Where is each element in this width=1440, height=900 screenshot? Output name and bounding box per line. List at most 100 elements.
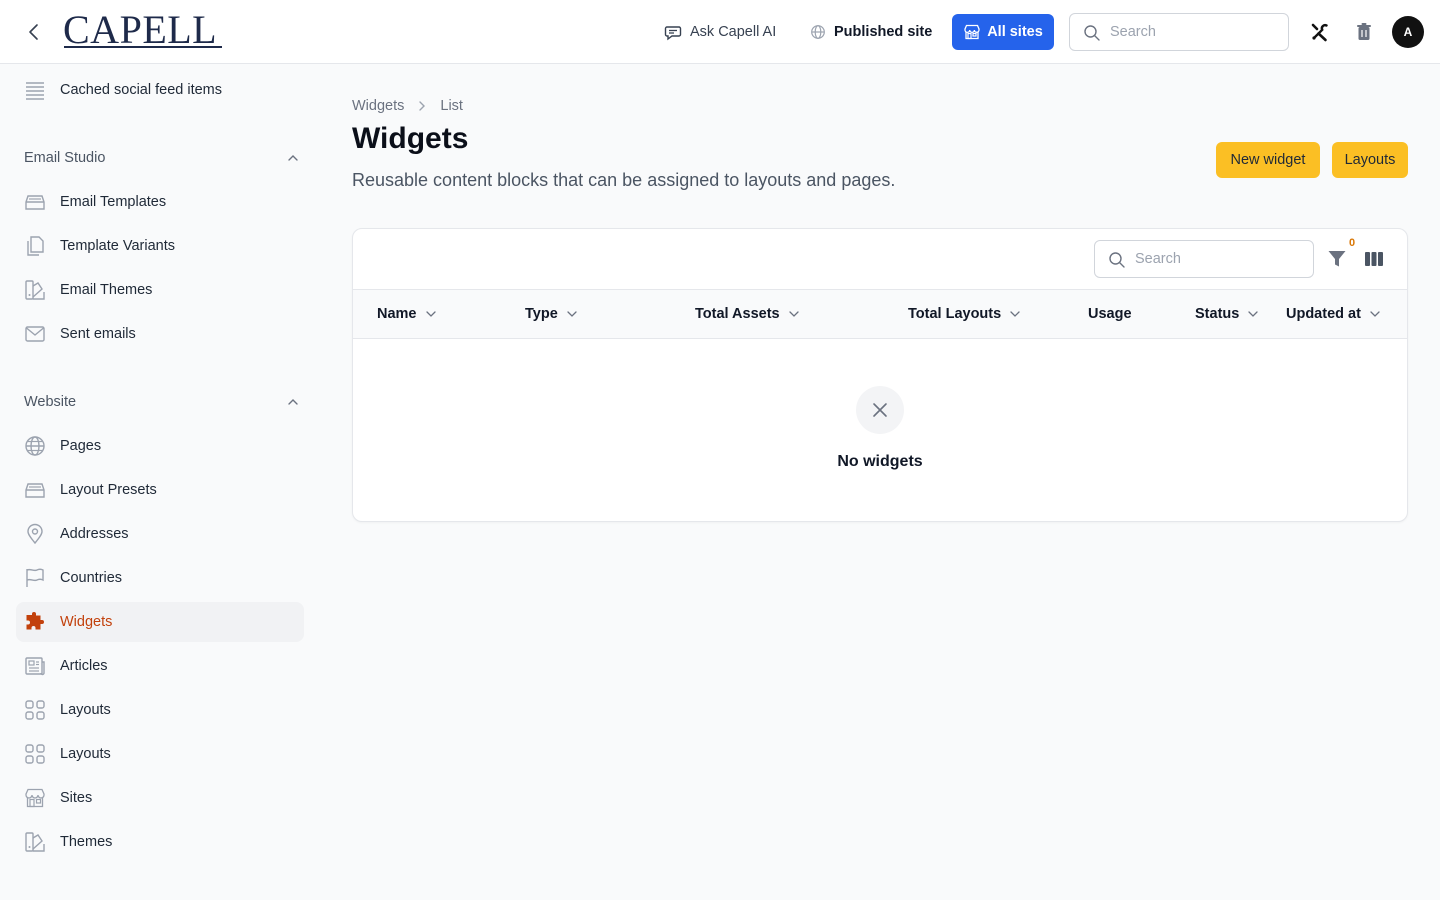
top-bar: CAPELL Ask Capell AI Published site All … — [0, 0, 1440, 64]
ask-ai-button[interactable]: Ask Capell AI — [664, 20, 776, 44]
empty-state-icon — [856, 386, 904, 434]
sidebar-item-layouts[interactable]: Layouts — [16, 690, 304, 730]
sidebar-item-template-variants[interactable]: Template Variants — [16, 226, 304, 266]
all-sites-button[interactable]: All sites — [952, 14, 1054, 50]
chevron-down-icon — [788, 311, 799, 317]
trash-button[interactable] — [1352, 20, 1376, 44]
wrench-screwdriver-icon — [1311, 23, 1328, 42]
sidebar-item-label: Sites — [60, 790, 93, 806]
sidebar-item-email-templates[interactable]: Email Templates — [16, 182, 304, 222]
group-email-studio[interactable]: Email Studio — [24, 146, 300, 170]
column-header-usage: Usage — [1088, 290, 1132, 338]
tools-button[interactable] — [1308, 20, 1332, 44]
user-avatar[interactable]: A — [1392, 16, 1424, 48]
sidebar-item-label: Template Variants — [60, 238, 175, 254]
sidebar-item-addresses[interactable]: Addresses — [16, 514, 304, 554]
flag-icon — [24, 567, 46, 589]
sidebar-item-articles[interactable]: Articles — [16, 646, 304, 686]
new-widget-button[interactable]: New widget — [1216, 142, 1320, 178]
table-search — [1094, 240, 1314, 278]
chevron-down-icon — [567, 311, 577, 317]
back-button[interactable] — [22, 20, 46, 44]
chevron-left-icon — [29, 24, 38, 40]
column-label: Status — [1195, 306, 1240, 322]
group-website[interactable]: Website — [24, 390, 300, 414]
breadcrumb-list: List — [440, 98, 463, 114]
column-label: Updated at — [1286, 306, 1361, 322]
sidebar-item-label: Pages — [60, 438, 102, 454]
page-subtitle: Reusable content blocks that can be assi… — [352, 170, 896, 190]
table-header: Name Type Total Assets Total Layouts Usa… — [353, 289, 1407, 339]
funnel-icon — [1328, 251, 1346, 267]
column-label: Total Assets — [695, 306, 780, 322]
published-site-link[interactable]: Published site — [810, 20, 932, 44]
squares-icon — [24, 699, 46, 721]
trash-icon — [1357, 23, 1371, 40]
breadcrumb-widgets[interactable]: Widgets — [352, 98, 404, 114]
global-search — [1069, 13, 1289, 51]
map-pin-icon — [24, 523, 46, 545]
all-sites-label: All sites — [987, 24, 1043, 40]
filter-button[interactable] — [1327, 249, 1349, 271]
sidebar-item-label: Email Themes — [60, 282, 153, 298]
globe-icon — [24, 435, 46, 457]
sidebar-item-label: Layouts — [60, 702, 111, 718]
sidebar-item-sites[interactable]: Sites — [16, 778, 304, 818]
column-header-total-assets[interactable]: Total Assets — [695, 290, 800, 338]
sidebar-item-label: Themes — [60, 834, 113, 850]
empty-state-message: No widgets — [837, 453, 923, 470]
column-header-type[interactable]: Type — [525, 290, 578, 338]
published-site-label: Published site — [834, 24, 933, 40]
sidebar-item-label: Addresses — [60, 526, 129, 542]
breadcrumb: Widgets List — [352, 96, 463, 116]
filter-count-badge: 0 — [1349, 237, 1356, 249]
chevron-up-icon — [288, 399, 298, 405]
column-header-total-layouts[interactable]: Total Layouts — [908, 290, 1021, 338]
envelope-icon — [24, 323, 46, 345]
puzzle-icon — [24, 611, 46, 633]
global-search-input[interactable] — [1110, 24, 1288, 40]
column-header-updated-at[interactable]: Updated at — [1286, 290, 1381, 338]
sidebar-item-label: Layout Presets — [60, 482, 157, 498]
group-title: Email Studio — [24, 150, 106, 166]
sidebar-item-label: Widgets — [60, 614, 113, 630]
search-icon — [1084, 25, 1100, 41]
sidebar-item-themes[interactable]: Themes — [16, 822, 304, 862]
sidebar-item-label: Cached social feed items — [60, 82, 222, 98]
sidebar-item-email-themes[interactable]: Email Themes — [16, 270, 304, 310]
storefront-icon — [24, 787, 46, 809]
chevron-up-icon — [288, 155, 298, 161]
column-label: Total Layouts — [908, 306, 1002, 322]
columns-toggle-button[interactable] — [1364, 249, 1386, 271]
copy-icon — [24, 235, 46, 257]
squares-icon — [24, 743, 46, 765]
sidebar: Cached social feed items Email Studio Em… — [0, 65, 320, 900]
chevron-down-icon — [425, 311, 436, 317]
list-icon — [24, 79, 46, 101]
sidebar-item-widgets[interactable]: Widgets — [16, 602, 304, 642]
globe-icon — [811, 25, 825, 39]
sidebar-item-label: Sent emails — [60, 326, 136, 342]
search-icon — [1109, 252, 1125, 268]
sidebar-item-countries[interactable]: Countries — [16, 558, 304, 598]
view-columns-icon — [1365, 252, 1383, 266]
swatch-icon — [24, 831, 46, 853]
tray-icon — [24, 479, 46, 501]
x-mark-icon — [873, 403, 887, 417]
sidebar-item-label: Articles — [60, 658, 108, 674]
chat-bubble-icon — [664, 26, 682, 41]
sidebar-item-sent-emails[interactable]: Sent emails — [16, 314, 304, 354]
table-search-input[interactable] — [1135, 251, 1313, 267]
sidebar-item-pages[interactable]: Pages — [16, 426, 304, 466]
ask-ai-label: Ask Capell AI — [690, 24, 777, 40]
sidebar-item-label: Layouts — [60, 746, 111, 762]
tray-icon — [24, 191, 46, 213]
sidebar-item-layout-presets[interactable]: Layout Presets — [16, 470, 304, 510]
layouts-button[interactable]: Layouts — [1332, 142, 1408, 178]
chevron-right-icon — [419, 101, 426, 111]
column-header-name[interactable]: Name — [377, 290, 437, 338]
sidebar-item-cached-social-feed-items[interactable]: Cached social feed items — [16, 70, 304, 110]
column-header-status[interactable]: Status — [1195, 290, 1259, 338]
sidebar-item-layouts-2[interactable]: Layouts — [16, 734, 304, 774]
widgets-table-card: 0 Name Type Total Assets Total Layouts U… — [352, 228, 1408, 522]
